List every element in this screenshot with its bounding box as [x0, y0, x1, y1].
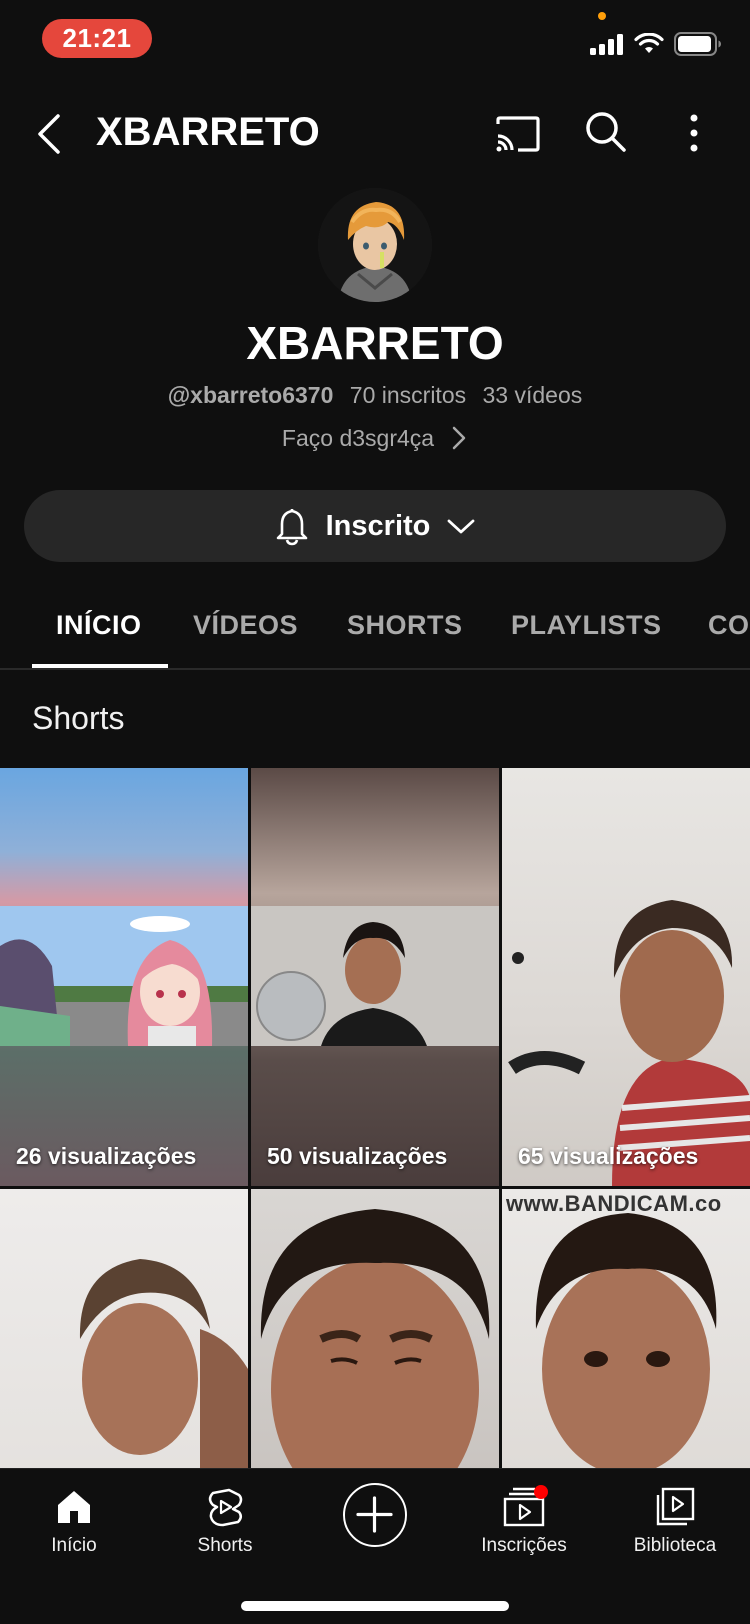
library-icon: [656, 1487, 695, 1526]
bottom-nav: Início Shorts Inscrições Biblioteca: [0, 1468, 750, 1624]
search-icon: [586, 112, 626, 152]
tab-community[interactable]: CO: [708, 610, 750, 641]
more-options-button[interactable]: [672, 108, 716, 158]
plus-icon: [356, 1496, 393, 1533]
shorts-grid: 26 visualizações 50 visualizações 65 vis…: [0, 768, 750, 1468]
channel-header: XBARRETO: [0, 90, 750, 178]
person-scene: [260, 1209, 490, 1468]
wifi-icon: [634, 33, 664, 53]
section-title-shorts: Shorts: [32, 700, 125, 736]
tab-playlists[interactable]: PLAYLISTS: [511, 610, 662, 641]
nav-label-library: Biblioteca: [633, 1535, 717, 1556]
channel-description-text: Faço d3sgr4ça: [281, 424, 435, 451]
cast-icon: [496, 116, 540, 152]
tab-inicio[interactable]: INÍCIO: [56, 610, 142, 641]
tab-shorts[interactable]: SHORTS: [347, 610, 463, 641]
create-button[interactable]: [343, 1483, 407, 1547]
nav-item-home[interactable]: Início: [9, 1487, 139, 1557]
nav-item-subscriptions[interactable]: Inscrições: [459, 1487, 589, 1557]
nav-item-library[interactable]: Biblioteca: [610, 1487, 740, 1557]
bell-icon: [276, 509, 307, 546]
more-vertical-icon: [690, 114, 698, 152]
short-thumbnail[interactable]: 26 visualizações: [0, 768, 248, 1186]
short-thumbnail[interactable]: [0, 1189, 248, 1468]
avatar-illustration: [318, 188, 432, 302]
channel-avatar[interactable]: [318, 188, 432, 302]
channel-tabs: INÍCIO VÍDEOS SHORTS PLAYLISTS CO: [0, 590, 750, 670]
short-views: 65 visualizações: [518, 1143, 699, 1169]
chevron-down-icon: [447, 519, 475, 534]
short-thumbnail[interactable]: [251, 1189, 499, 1468]
person-scene: [79, 1259, 248, 1468]
chevron-right-icon: [452, 426, 466, 450]
person-scene: [251, 906, 499, 1046]
battery-icon: [674, 32, 721, 56]
status-icons: [590, 32, 722, 56]
short-thumbnail[interactable]: 50 visualizações: [251, 768, 499, 1186]
anime-scene: [0, 906, 248, 1046]
cast-button[interactable]: [492, 112, 544, 156]
channel-handle: @xbarreto6370: [167, 382, 334, 408]
tab-videos[interactable]: VÍDEOS: [193, 610, 298, 641]
subscribed-button[interactable]: Inscrito: [24, 490, 726, 562]
short-watermark: www.BANDICAM.co: [506, 1191, 722, 1216]
privacy-indicator: [598, 12, 606, 20]
person-scene: [508, 900, 750, 1186]
short-thumbnail[interactable]: www.BANDICAM.co: [502, 1189, 750, 1468]
nav-label-home: Início: [51, 1535, 97, 1556]
subscriber-count: 70 inscritos: [349, 382, 467, 408]
home-indicator[interactable]: [241, 1601, 509, 1611]
search-button[interactable]: [582, 108, 630, 156]
home-icon: [58, 1491, 90, 1523]
status-time[interactable]: 21:21: [42, 19, 152, 58]
active-tab-indicator: [32, 664, 168, 668]
channel-description[interactable]: Faço d3sgr4ça: [0, 424, 750, 452]
chevron-left-icon: [38, 114, 60, 154]
nav-label-subscriptions: Inscrições: [481, 1535, 567, 1556]
nav-label-shorts: Shorts: [197, 1535, 253, 1556]
signal-icon: [590, 34, 623, 55]
shorts-icon: [208, 1488, 243, 1527]
subscribed-label: Inscrito: [325, 509, 431, 542]
short-thumbnail[interactable]: 65 visualizações: [502, 768, 750, 1186]
status-bar: 21:21: [0, 0, 750, 80]
header-title: XBARRETO: [96, 110, 320, 154]
channel-meta: @xbarreto6370 70 inscritos 33 vídeos: [0, 382, 750, 409]
nav-item-shorts[interactable]: Shorts: [160, 1487, 290, 1557]
video-count: 33 vídeos: [482, 382, 583, 408]
channel-name: XBARRETO: [246, 317, 504, 369]
short-views: 26 visualizações: [16, 1143, 197, 1169]
short-views: 50 visualizações: [267, 1143, 448, 1169]
notification-dot: [534, 1485, 548, 1499]
person-scene: [535, 1213, 717, 1468]
back-button[interactable]: [28, 108, 72, 160]
